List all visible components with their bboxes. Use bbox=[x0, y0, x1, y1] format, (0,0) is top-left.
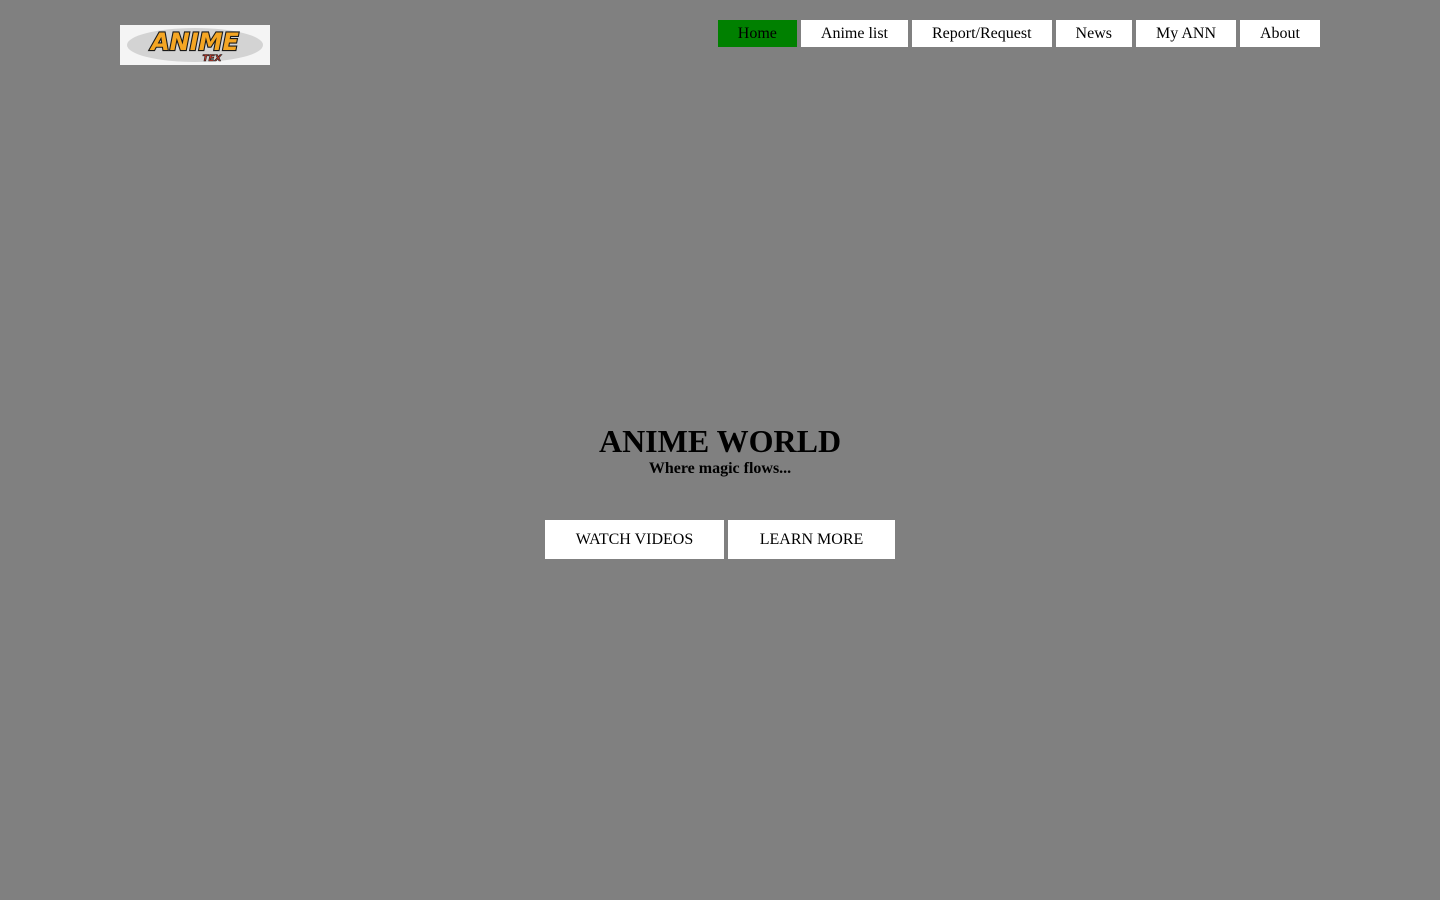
nav-item-my-ann[interactable]: My ANN bbox=[1135, 20, 1236, 47]
learn-more-button[interactable]: LEARN MORE bbox=[728, 520, 895, 559]
logo-text: ANIME bbox=[149, 28, 239, 56]
nav-item-home[interactable]: Home bbox=[717, 20, 797, 47]
logo-subtext: TEX bbox=[202, 54, 222, 64]
nav-item-label: Anime list bbox=[820, 25, 888, 42]
nav-item-label: About bbox=[1260, 25, 1300, 42]
nav-item-label: My ANN bbox=[1155, 25, 1216, 42]
watch-videos-button[interactable]: WATCH VIDEOS bbox=[545, 520, 724, 559]
nav-item-anime-list[interactable]: Anime list bbox=[800, 20, 908, 47]
cta-button-group: WATCH VIDEOS LEARN MORE bbox=[0, 520, 1440, 559]
hero-title: ANIME WORLD bbox=[598, 423, 842, 459]
hero-section: ANIME WORLD Where magic flows... bbox=[0, 422, 1440, 478]
nav-item-news[interactable]: News bbox=[1055, 20, 1132, 47]
nav-item-label: Report/Request bbox=[932, 25, 1032, 42]
site-logo[interactable]: ANIME TEX bbox=[120, 25, 270, 65]
nav-item-report-request[interactable]: Report/Request bbox=[912, 20, 1052, 47]
nav-item-about[interactable]: About bbox=[1240, 20, 1320, 47]
main-nav: Home Anime list Report/Request News My A… bbox=[717, 20, 1320, 47]
nav-item-label: News bbox=[1075, 25, 1112, 42]
nav-item-label: Home bbox=[737, 25, 777, 42]
hero-subtitle: Where magic flows... bbox=[648, 460, 792, 477]
anime-logo-graphic: ANIME TEX bbox=[127, 27, 263, 64]
